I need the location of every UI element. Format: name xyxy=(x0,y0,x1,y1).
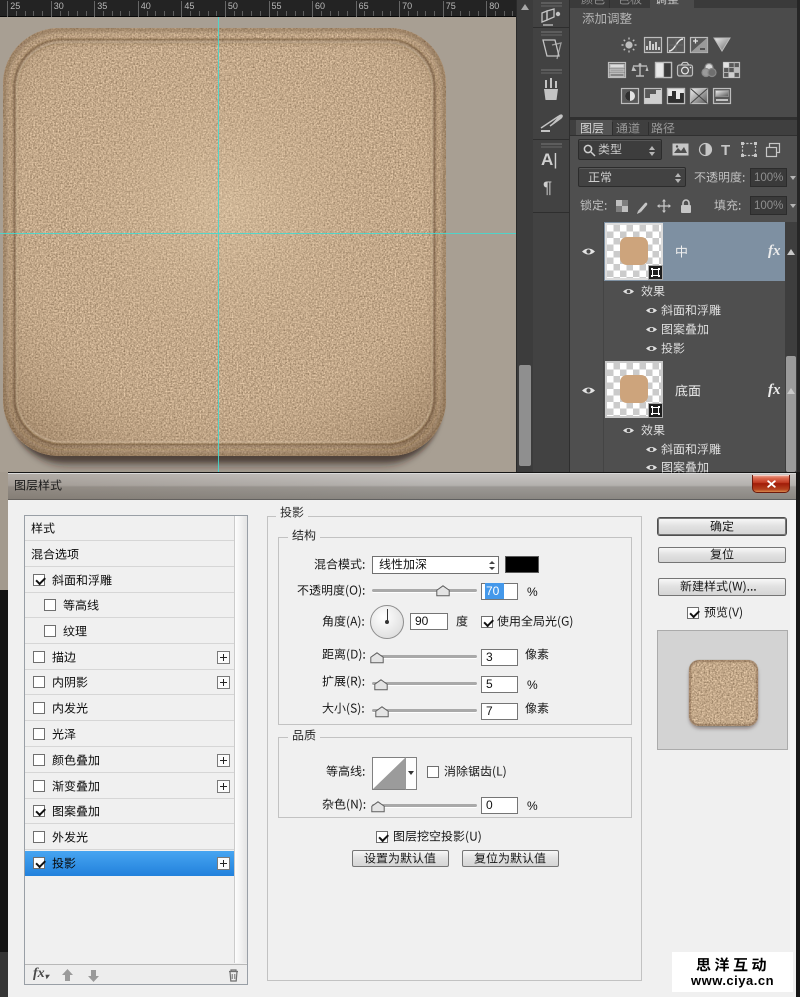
svg-text:T: T xyxy=(721,142,730,159)
